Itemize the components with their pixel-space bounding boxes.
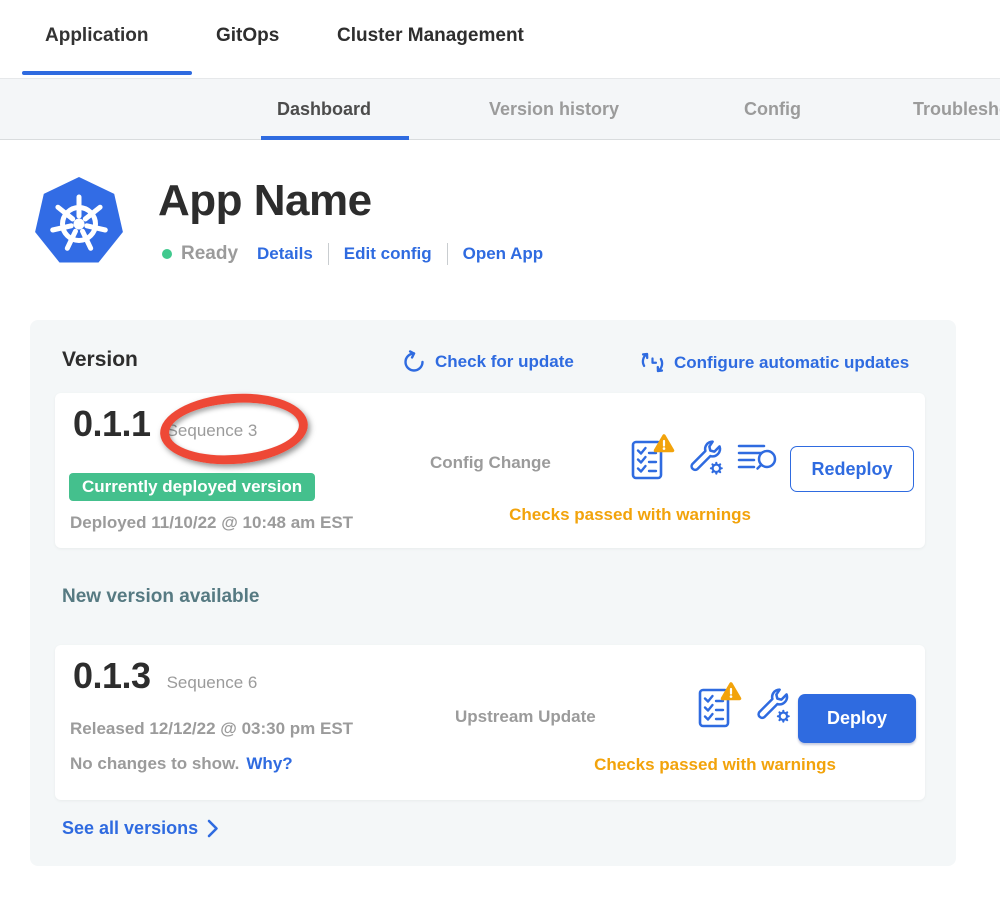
version-source-label: Upstream Update xyxy=(455,707,596,727)
open-app-link[interactable]: Open App xyxy=(463,244,544,264)
version-line: 0.1.1 Sequence 3 xyxy=(73,403,257,445)
configure-automatic-updates-button[interactable]: Configure automatic updates xyxy=(640,350,909,375)
version-source-label: Config Change xyxy=(430,453,551,473)
active-tab-underline xyxy=(22,71,192,75)
why-link[interactable]: Why? xyxy=(246,754,292,774)
divider xyxy=(447,243,448,265)
refresh-icon xyxy=(402,350,426,374)
primary-nav: Application GitOps Cluster Management xyxy=(0,0,1000,78)
preflight-result-text: Checks passed with warnings xyxy=(470,505,790,525)
deploy-button[interactable]: Deploy xyxy=(798,694,916,743)
see-all-versions-link[interactable]: See all versions xyxy=(62,818,219,839)
available-version-card: 0.1.3 Sequence 6 Released 12/12/22 @ 03:… xyxy=(55,645,925,800)
preflight-result-text: Checks passed with warnings xyxy=(555,755,875,775)
version-heading: Version xyxy=(62,348,138,372)
sequence-label: Sequence 3 xyxy=(167,421,258,441)
secondary-nav: Dashboard Version history Config Trouble… xyxy=(0,78,1000,140)
tab-config[interactable]: Config xyxy=(744,99,801,120)
version-action-icons xyxy=(631,433,779,481)
currently-deployed-badge: Currently deployed version xyxy=(69,473,315,501)
tab-cluster-management[interactable]: Cluster Management xyxy=(337,25,524,47)
config-wrench-icon[interactable] xyxy=(755,687,791,723)
chevron-right-icon xyxy=(207,819,219,838)
kubernetes-logo xyxy=(33,176,125,268)
config-wrench-icon[interactable] xyxy=(688,439,724,475)
tab-application[interactable]: Application xyxy=(45,25,148,47)
app-status-row: Ready Details Edit config Open App xyxy=(162,243,543,265)
new-version-available-label: New version available xyxy=(62,586,260,608)
auto-update-icon xyxy=(640,350,665,375)
divider xyxy=(328,243,329,265)
version-number: 0.1.1 xyxy=(73,403,151,445)
no-changes-text: No changes to show. xyxy=(70,754,239,774)
deployed-timestamp: Deployed 11/10/22 @ 10:48 am EST xyxy=(70,513,353,533)
tab-version-history[interactable]: Version history xyxy=(489,99,619,120)
version-line: 0.1.3 Sequence 6 xyxy=(73,655,257,697)
tab-troubleshoot[interactable]: Troubleshoot xyxy=(913,99,1000,120)
ready-status-dot-icon xyxy=(162,249,172,259)
view-diff-icon[interactable] xyxy=(737,441,779,473)
sequence-label: Sequence 6 xyxy=(167,673,258,693)
redeploy-button[interactable]: Redeploy xyxy=(790,446,914,492)
preflight-checks-warning-icon[interactable] xyxy=(631,433,675,481)
preflight-checks-warning-icon[interactable] xyxy=(698,681,742,729)
released-timestamp: Released 12/12/22 @ 03:30 pm EST xyxy=(70,719,353,739)
check-for-update-button[interactable]: Check for update xyxy=(402,350,574,374)
version-panel: Version Check for update Configure autom… xyxy=(30,320,956,866)
page-title: App Name xyxy=(158,176,372,226)
no-changes-row: No changes to show. Why? xyxy=(70,754,293,774)
tab-gitops[interactable]: GitOps xyxy=(216,25,279,47)
tab-dashboard[interactable]: Dashboard xyxy=(277,99,371,120)
version-action-icons xyxy=(698,681,791,729)
edit-config-link[interactable]: Edit config xyxy=(344,244,432,264)
version-number: 0.1.3 xyxy=(73,655,151,697)
deployed-version-card: 0.1.1 Sequence 3 Currently deployed vers… xyxy=(55,393,925,548)
status-badge: Ready xyxy=(181,243,238,265)
details-link[interactable]: Details xyxy=(257,244,313,264)
admin-console-page: Application GitOps Cluster Management Da… xyxy=(0,0,1000,898)
active-subtab-underline xyxy=(261,136,409,140)
